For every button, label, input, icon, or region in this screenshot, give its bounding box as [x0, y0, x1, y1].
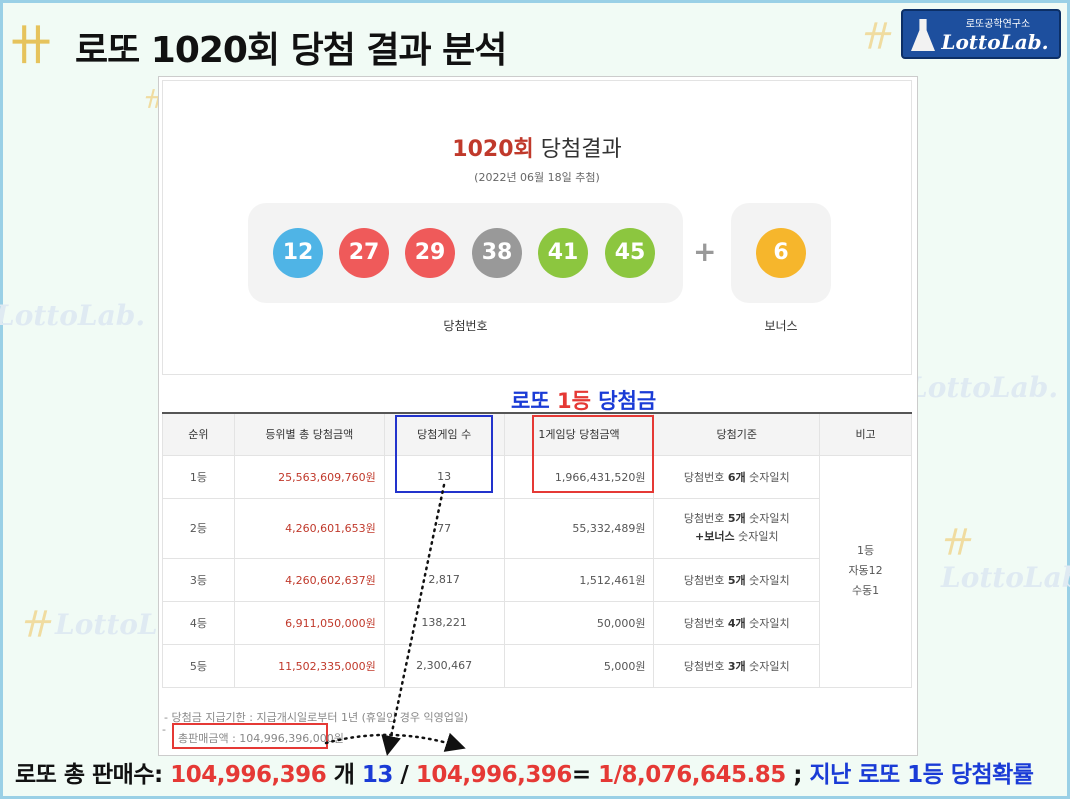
table-row: 5등 11,502,335,000원 2,300,467 5,000원 당첨번호… [162, 643, 912, 688]
winner-count: 13 [361, 762, 394, 788]
remarks-cell: 1등 자동12 수동1 [819, 454, 912, 688]
plus-icon: + [693, 235, 717, 268]
separator: ; [785, 762, 810, 788]
total-prize-cell: 6,911,050,000원 [233, 600, 385, 645]
per-game-prize-cell: 5,000원 [503, 643, 655, 688]
winners-cell: 138,221 [383, 600, 505, 645]
sales-count: 104,996,396 [170, 762, 327, 788]
column-header: 비고 [819, 412, 912, 456]
column-header: 등위별 총 당첨금액 [233, 412, 385, 456]
lotto-result-panel: 1020회 당첨결과 (2022년 06월 18일 추첨) 12 27 29 3… [158, 76, 918, 756]
per-game-prize-cell: 50,000원 [503, 600, 655, 645]
draw-date: (2022년 06월 18일 추첨) [474, 171, 600, 184]
rank-cell: 5등 [162, 643, 235, 688]
per-game-prize-cell: 1,512,461원 [503, 557, 655, 602]
winners-cell: 13 [383, 454, 505, 499]
winners-cell: 2,817 [383, 557, 505, 602]
page-title: 로또 1020회 당첨 결과 분석 [75, 30, 507, 71]
winning-numbers-label: 당첨번호 [443, 319, 488, 333]
criteria-cell: 당첨번호 6개 숫자일치 [653, 454, 821, 499]
criteria-cell: 당첨번호 5개 숫자일치 +보너스 숫자일치 [653, 497, 821, 559]
lotto-ball: 12 [273, 228, 323, 278]
criteria-cell: 당첨번호 4개 숫자일치 [653, 600, 821, 645]
total-prize-cell: 25,563,609,760원 [233, 454, 385, 499]
watermark: LottoLab. [908, 371, 1059, 404]
lotto-ball: 38 [472, 228, 522, 278]
bonus-ball: 6 [756, 228, 806, 278]
watermark: 卄 [861, 20, 890, 53]
rank-cell: 2등 [162, 497, 235, 559]
table-row: 3등 4,260,602,637원 2,817 1,512,461원 당첨번호 … [162, 557, 912, 602]
first-prize-callout: 로또 1등 당첨금 [511, 385, 656, 415]
draw-result-box: 1020회 당첨결과 (2022년 06월 18일 추첨) 12 27 29 3… [162, 80, 912, 375]
bonus-ball-box: 6 [731, 203, 831, 303]
draw-heading-suffix: 당첨결과 [540, 137, 622, 162]
lotto-ball: 41 [538, 228, 588, 278]
formula-label: 로또 총 판매수: [15, 762, 171, 788]
table-row: 2등 4,260,601,653원 77 55,332,489원 당첨번호 5개… [162, 497, 912, 559]
unit-label: 개 [326, 762, 362, 788]
watermark: LottoLab. [0, 299, 146, 332]
probability-ratio: 1/8,076,645.85 [598, 762, 786, 788]
winning-balls: 12 27 29 38 41 45 [248, 203, 683, 303]
lotto-ball: 45 [605, 228, 655, 278]
lotto-ball: 27 [339, 228, 389, 278]
table-row: 1등 25,563,609,760원 13 1,966,431,520원 당첨번… [162, 454, 912, 688]
column-header: 1게임당 당첨금액 [503, 412, 655, 456]
divide-sign: / [392, 762, 416, 788]
per-game-prize-cell: 1,966,431,520원 [503, 454, 655, 499]
callout-text: 로또 [511, 389, 557, 413]
rank-cell: 4등 [162, 600, 235, 645]
table-row: 4등 6,911,050,000원 138,221 50,000원 당첨번호 4… [162, 600, 912, 645]
lotto-ball: 29 [405, 228, 455, 278]
total-prize-cell: 4,260,602,637원 [233, 557, 385, 602]
winners-cell: 2,300,467 [383, 643, 505, 688]
bonus-label: 보너스 [764, 319, 798, 333]
brand-badge: 로또공학연구소 LottoLab. [901, 9, 1061, 59]
column-header: 당첨게임 수 [383, 412, 505, 456]
total-prize-cell: 4,260,601,653원 [233, 497, 385, 559]
callout-rank: 1등 [556, 389, 591, 413]
remark-line: 수동1 [851, 584, 880, 597]
rank-cell: 3등 [162, 557, 235, 602]
probability-formula: 로또 총 판매수: 104,996,396 개 13 / 104,996,396… [15, 755, 1034, 789]
prize-table: 순위 등위별 총 당첨금액 당첨게임 수 1게임당 당첨금액 당첨기준 비고 1… [162, 412, 912, 688]
table-header-row: 순위 등위별 총 당첨금액 당첨게임 수 1게임당 당첨금액 당첨기준 비고 [162, 412, 912, 456]
sales-divisor: 104,996,396 [415, 762, 573, 788]
column-header: 당첨기준 [653, 412, 821, 456]
per-game-prize-cell: 55,332,489원 [503, 497, 655, 559]
criteria-cell: 당첨번호 5개 숫자일치 [653, 557, 821, 602]
lotto-lab-emblem-icon: 卄 [11, 22, 51, 69]
total-prize-cell: 11,502,335,000원 [233, 643, 385, 688]
callout-text: 당첨금 [590, 389, 657, 413]
draw-number: 1020회 [452, 137, 534, 162]
criteria-cell: 당첨번호 3개 숫자일치 [653, 643, 821, 688]
draw-heading: 1020회 당첨결과 [163, 131, 911, 163]
column-header: 순위 [162, 412, 235, 456]
sales-note: - 총판매금액 : 104,996,396,000원 [162, 723, 344, 749]
probability-caption: 지난 로또 1등 당첨확률 [809, 762, 1034, 788]
winners-cell: 77 [383, 497, 505, 559]
rank-cell: 1등 [162, 454, 235, 499]
equals-sign: = [571, 762, 599, 788]
sales-note-prefix: - [162, 723, 166, 736]
total-sales-highlight: 총판매금액 : 104,996,396,000원 [172, 723, 344, 749]
watermark: 卄LottoLab. [941, 526, 1070, 594]
remark-line: 자동12 [848, 564, 883, 577]
remark-line: 1등 [857, 544, 875, 557]
